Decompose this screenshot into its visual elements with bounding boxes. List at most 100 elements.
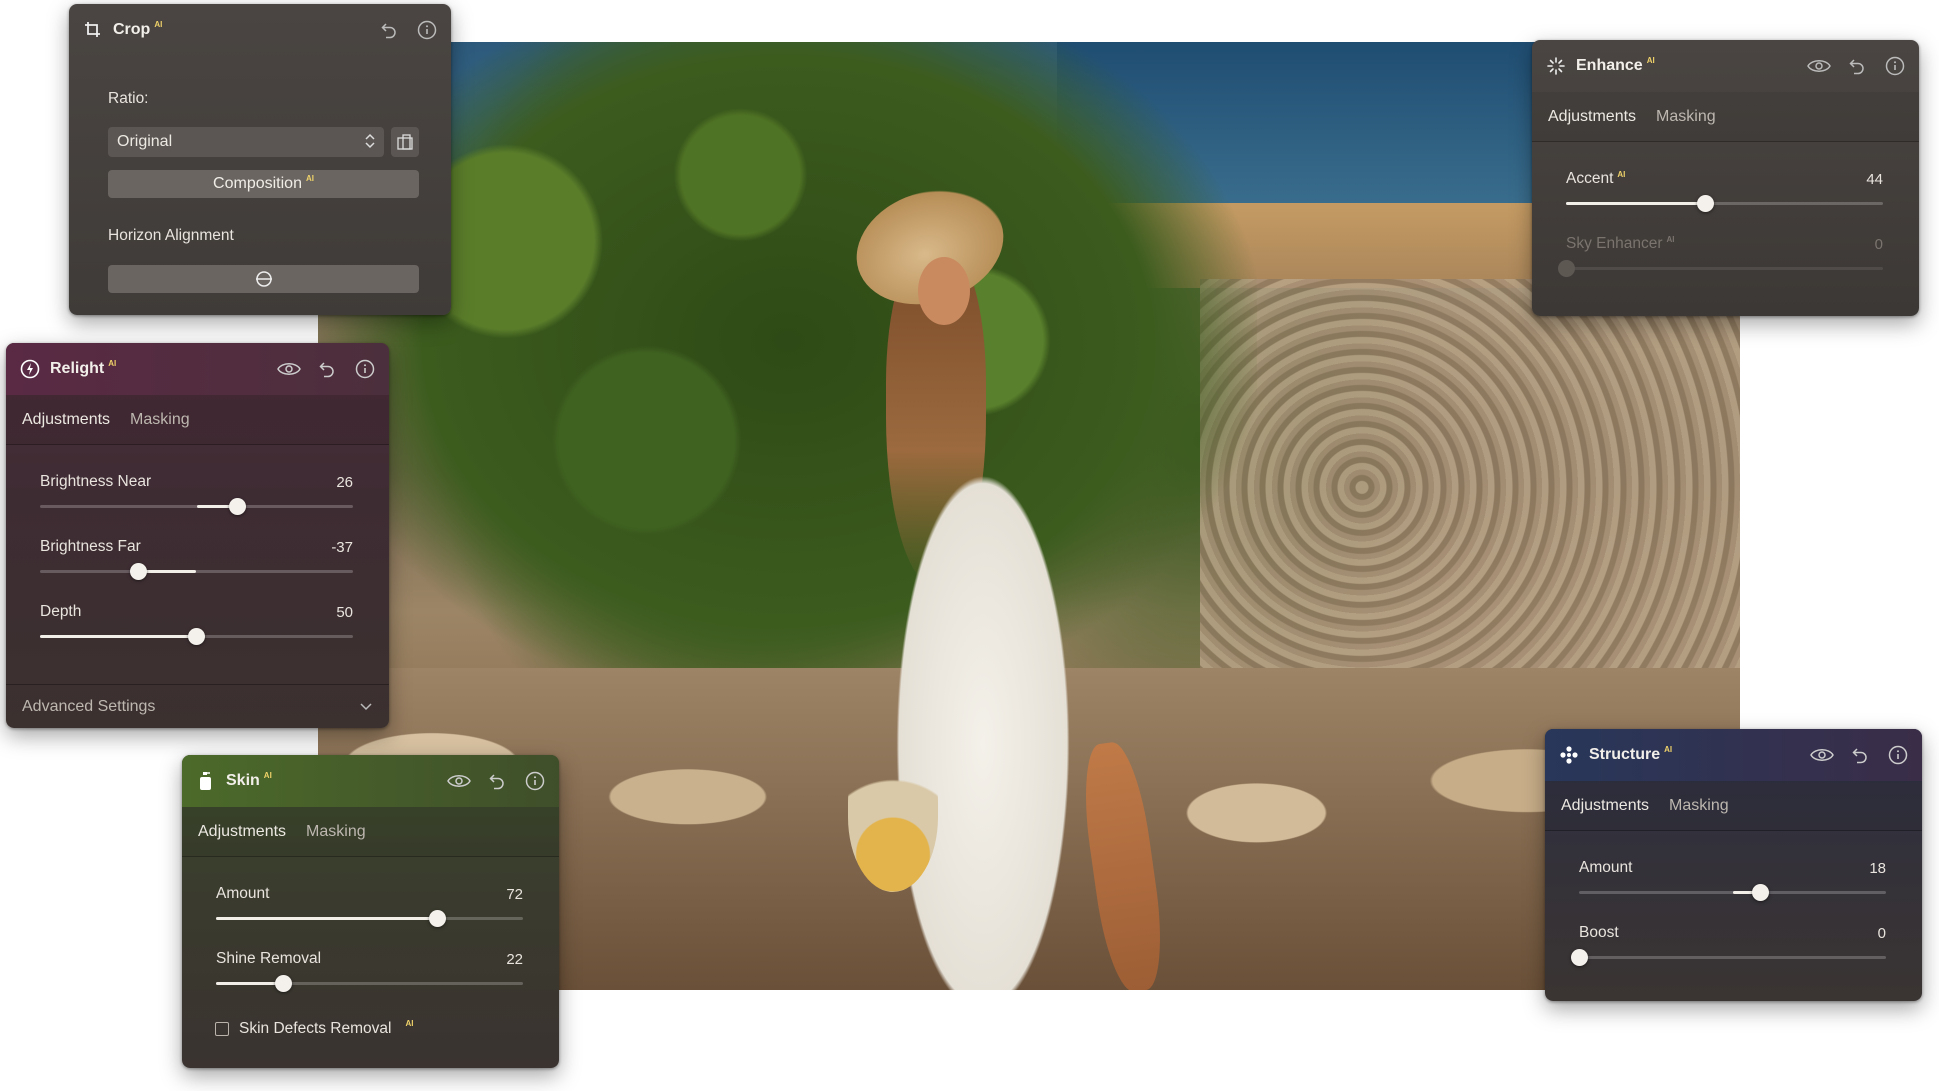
crop-title: Crop	[113, 21, 151, 38]
slider-label: Shine Removal	[216, 950, 322, 967]
slider-track	[1557, 260, 1883, 277]
crop-info-button[interactable]	[415, 18, 439, 42]
accent-slider[interactable]: Accent AI 44	[1532, 158, 1919, 223]
slider-label: Accent	[1566, 170, 1614, 187]
crop-reset-button[interactable]	[377, 18, 401, 42]
slider-fill	[216, 917, 438, 920]
photo-net-bag	[848, 742, 938, 892]
eye-icon	[1807, 60, 1831, 72]
skin-info-button[interactable]	[523, 769, 547, 793]
chevron-down-icon	[359, 698, 373, 716]
skin-visibility-button[interactable]	[447, 769, 471, 793]
skin-amount-slider[interactable]: Amount 72	[182, 873, 559, 938]
enhance-info-button[interactable]	[1883, 54, 1907, 78]
slider-thumb[interactable]	[188, 628, 205, 645]
slider-ai-badge: AI	[1617, 170, 1626, 179]
structure-visibility-button[interactable]	[1810, 743, 1834, 767]
enhance-reset-button[interactable]	[1845, 54, 1869, 78]
slider-track[interactable]	[1570, 949, 1886, 966]
composition-button[interactable]: Composition AI	[108, 170, 419, 198]
brightness-near-slider[interactable]: Brightness Near 26	[6, 461, 389, 526]
slider-track[interactable]	[40, 628, 353, 645]
enhance-visibility-button[interactable]	[1807, 54, 1831, 78]
enhance-panel-header: Enhance AI	[1532, 40, 1919, 92]
tab-masking[interactable]: Masking	[130, 411, 190, 429]
level-icon	[255, 271, 272, 287]
slider-thumb[interactable]	[130, 563, 148, 580]
skin-title: Skin	[226, 772, 260, 789]
skin-reset-button[interactable]	[485, 769, 509, 793]
info-icon	[417, 20, 437, 40]
advanced-settings-toggle[interactable]: Advanced Settings	[6, 684, 389, 728]
eye-icon	[447, 775, 471, 787]
horizon-alignment-button[interactable]	[108, 265, 419, 293]
slider-thumb	[1557, 260, 1575, 277]
tab-masking[interactable]: Masking	[306, 823, 366, 841]
skin-defects-checkbox[interactable]	[215, 1022, 229, 1036]
eye-icon	[277, 363, 301, 375]
undo-icon	[489, 774, 504, 790]
ratio-select[interactable]: Original	[108, 127, 384, 157]
tab-adjustments[interactable]: Adjustments	[22, 411, 110, 429]
slider-thumb[interactable]	[1751, 884, 1769, 901]
skin-bottle-icon	[196, 771, 216, 791]
slider-value: 22	[506, 951, 523, 968]
brightness-far-slider[interactable]: Brightness Far -37	[6, 526, 389, 591]
shine-removal-slider[interactable]: Shine Removal 22	[182, 938, 559, 1003]
undo-icon	[319, 362, 334, 378]
slider-label: Amount	[216, 885, 270, 902]
skin-defects-ai-badge: AI	[405, 1018, 414, 1028]
slider-thumb[interactable]	[228, 498, 246, 515]
undo-icon	[1852, 748, 1867, 764]
skin-ai-badge: AI	[263, 770, 272, 780]
undo-icon	[1849, 59, 1864, 75]
info-icon	[525, 771, 545, 791]
relight-ai-badge: AI	[108, 358, 117, 368]
structure-info-button[interactable]	[1886, 743, 1910, 767]
skin-panel: Skin AI Adjustments Masking Amount 72 Shi…	[182, 755, 559, 1068]
slider-track[interactable]	[1579, 884, 1886, 901]
skin-defects-row: Skin Defects Removal AI	[215, 1018, 414, 1038]
enhance-ai-badge: AI	[1646, 55, 1655, 65]
slider-value: 26	[336, 474, 353, 491]
photo-woman-face	[918, 257, 970, 325]
horizon-label: Horizon Alignment	[108, 227, 234, 244]
relight-reset-button[interactable]	[315, 357, 339, 381]
orientation-toggle-button[interactable]	[391, 127, 419, 157]
slider-track[interactable]	[40, 498, 353, 515]
slider-label: Sky Enhancer	[1566, 235, 1663, 252]
advanced-settings-label: Advanced Settings	[22, 697, 156, 715]
slider-track[interactable]	[1566, 195, 1883, 212]
slider-track[interactable]	[216, 975, 523, 992]
slider-value: 44	[1866, 171, 1883, 188]
slider-thumb[interactable]	[1570, 949, 1588, 966]
tab-adjustments[interactable]: Adjustments	[198, 823, 286, 841]
relight-visibility-button[interactable]	[277, 357, 301, 381]
slider-value: 18	[1869, 860, 1886, 877]
slider-ai-badge: AI	[1666, 235, 1675, 244]
tab-adjustments[interactable]: Adjustments	[1548, 108, 1636, 126]
relight-panel: Relight AI Adjustments Masking Brightnes…	[6, 343, 389, 728]
depth-slider[interactable]: Depth 50	[6, 591, 389, 656]
tab-masking[interactable]: Masking	[1656, 108, 1716, 126]
relight-info-button[interactable]	[353, 357, 377, 381]
structure-amount-slider[interactable]: Amount 18	[1545, 847, 1922, 912]
structure-reset-button[interactable]	[1848, 743, 1872, 767]
slider-thumb[interactable]	[428, 910, 446, 927]
tab-adjustments[interactable]: Adjustments	[1561, 797, 1649, 815]
structure-panel: Structure AI Adjustments Masking Amount 1…	[1545, 729, 1922, 1001]
tab-masking[interactable]: Masking	[1669, 797, 1729, 815]
info-icon	[355, 359, 375, 379]
slider-track[interactable]	[216, 910, 523, 927]
relight-icon	[20, 359, 40, 379]
crop-icon	[83, 20, 103, 40]
slider-value: 72	[506, 886, 523, 903]
info-icon	[1888, 745, 1908, 765]
enhance-title: Enhance	[1576, 57, 1643, 74]
structure-icon	[1559, 745, 1579, 765]
slider-thumb[interactable]	[1696, 195, 1714, 212]
slider-fill	[138, 570, 197, 573]
boost-slider[interactable]: Boost 0	[1545, 912, 1922, 977]
slider-track[interactable]	[40, 563, 353, 580]
slider-thumb[interactable]	[275, 975, 293, 992]
